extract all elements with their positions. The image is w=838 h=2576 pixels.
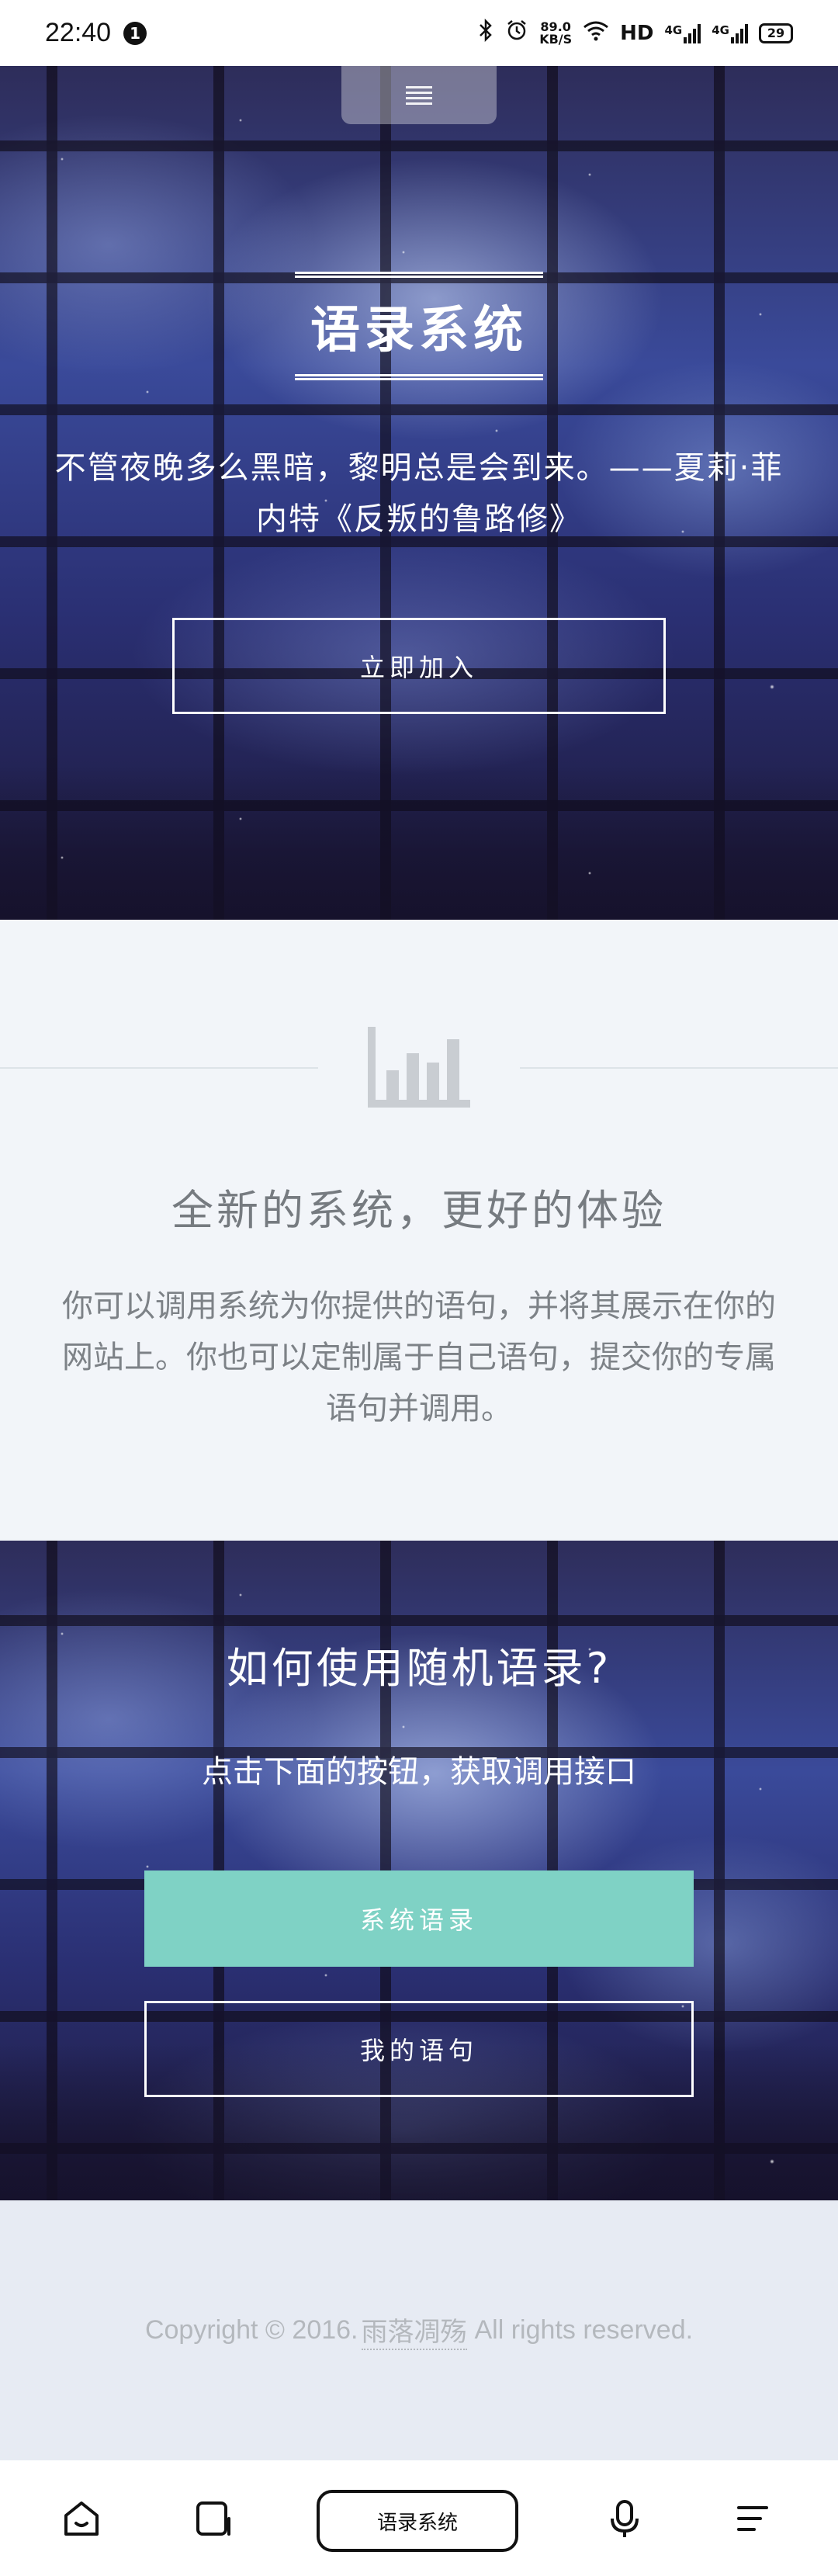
address-label: 语录系统	[376, 2511, 458, 2535]
join-now-button[interactable]: 立即加入	[172, 618, 666, 714]
address-bar[interactable]: 语录系统	[317, 2490, 518, 2552]
author-link[interactable]: 雨落凋殇	[361, 2311, 467, 2350]
alarm-icon	[505, 19, 528, 47]
features-section: 全新的系统，更好的体验 你可以调用系统为你提供的语句，并将其展示在你的网站上。你…	[0, 920, 838, 1541]
site-title: 语录系统	[295, 272, 543, 380]
features-heading: 全新的系统，更好的体验	[171, 1186, 667, 1235]
hd-label: HD	[620, 21, 654, 45]
net-speed: 89.0 KB/S	[539, 20, 573, 47]
bluetooth-icon	[477, 18, 494, 47]
microphone-icon[interactable]	[597, 2491, 652, 2546]
hero-banner: 语录系统 不管夜晚多么黑暗，黎明总是会到来。——夏莉·菲内特《反叛的鲁路修》 立…	[0, 66, 838, 920]
net-speed-unit: KB/S	[539, 31, 573, 47]
status-icons: 89.0 KB/S HD 4G 4G 29	[477, 18, 793, 47]
divider-right	[520, 1067, 838, 1069]
browser-toolbar: 语录系统	[0, 2460, 838, 2576]
menu-toggle-button[interactable]	[341, 66, 497, 124]
status-bar: 22:40 1 89.0 KB/S HD 4G 4G 29	[0, 0, 838, 66]
bar-chart-icon	[368, 1027, 470, 1108]
copyright-text: Copyright © 2016.	[144, 2315, 358, 2345]
footer: Copyright © 2016. 雨落凋殇 All rights reserv…	[0, 2200, 838, 2460]
howto-heading: 如何使用随机语录?	[226, 1644, 612, 1693]
signal-label-1: 4G	[664, 23, 683, 37]
hero-silhouette	[0, 764, 838, 920]
hamburger-icon	[406, 85, 432, 105]
wifi-icon	[583, 19, 609, 47]
notification-badge: 1	[123, 21, 147, 45]
hero-quote: 不管夜晚多么黑暗，黎明总是会到来。——夏莉·菲内特《反叛的鲁路修》	[54, 450, 784, 537]
system-quotes-button[interactable]: 系统语录	[144, 1870, 694, 1967]
howto-section: 如何使用随机语录? 点击下面的按钮，获取调用接口 系统语录 我的语句	[0, 1541, 838, 2200]
signal-icon-2: 4G	[712, 23, 748, 43]
signal-icon-1: 4G	[665, 23, 701, 43]
home-icon[interactable]	[54, 2491, 109, 2546]
status-time: 22:40	[45, 18, 112, 47]
divider-left	[0, 1067, 318, 1069]
rights-text: All rights reserved.	[474, 2315, 694, 2345]
menu-icon[interactable]	[725, 2491, 780, 2546]
battery-icon: 29	[759, 23, 793, 43]
my-quotes-button[interactable]: 我的语句	[144, 2001, 694, 2097]
howto-description: 点击下面的按钮，获取调用接口	[202, 1754, 636, 1790]
tabs-icon[interactable]	[186, 2491, 241, 2546]
features-description: 你可以调用系统为你提供的语句，并将其展示在你的网站上。你也可以定制属于自己语句，…	[62, 1288, 776, 1427]
signal-label-2: 4G	[712, 23, 729, 37]
